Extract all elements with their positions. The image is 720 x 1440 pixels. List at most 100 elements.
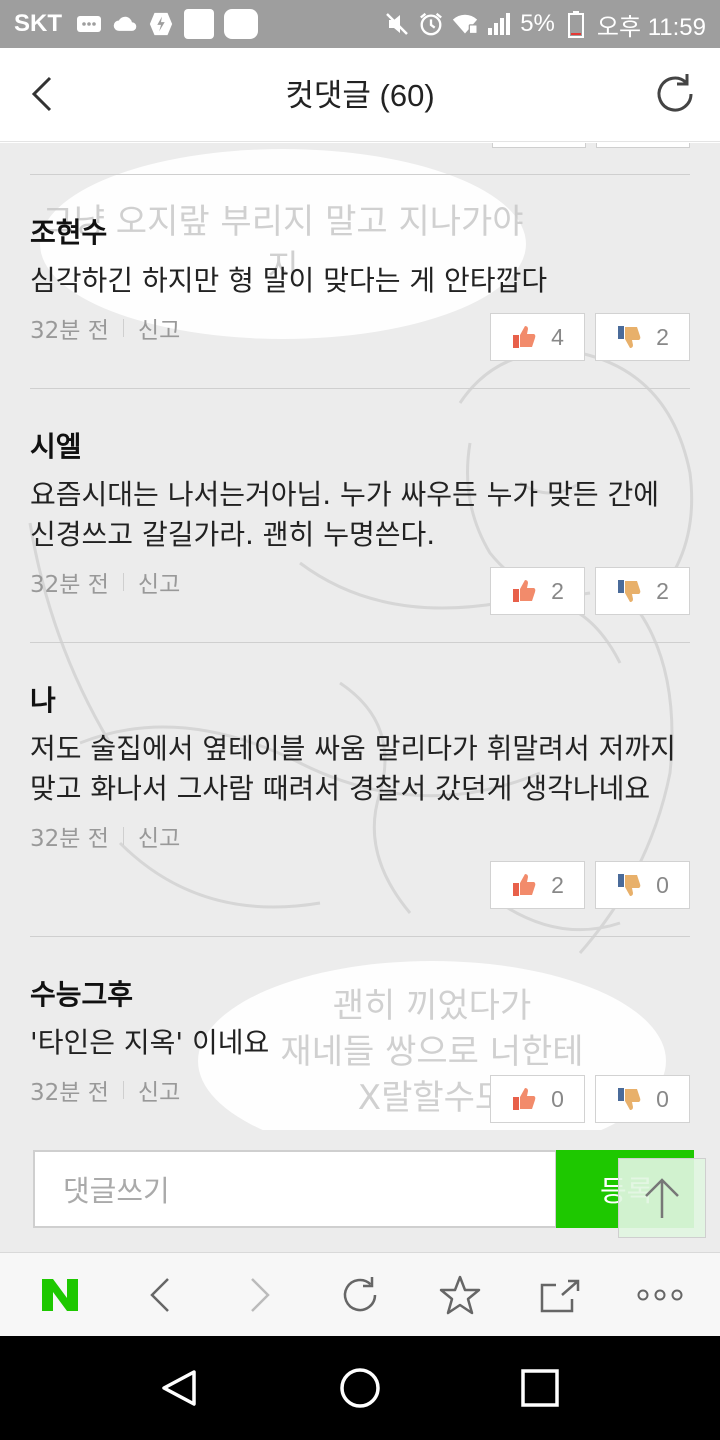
like-button[interactable]: 4 [490, 313, 585, 361]
comment-input[interactable]: 댓글쓰기 [33, 1150, 557, 1228]
page-title: 컷댓글 (60) [285, 78, 435, 113]
nav-recents-button[interactable] [510, 1358, 570, 1418]
power-saving-icon [148, 11, 174, 37]
comment-text: 심각하긴 하지만 형 말이 맞다는 게 안타깝다 [30, 264, 548, 297]
share-button[interactable] [530, 1265, 590, 1325]
browser-back-button[interactable] [130, 1265, 190, 1325]
status-bar: SKT 5% 오후 11:59 [0, 0, 720, 48]
comment-write-bar: 댓글쓰기 등록 [0, 1130, 720, 1252]
dislike-button[interactable] [596, 143, 690, 148]
clock: 오후 11:59 [596, 13, 706, 41]
vote-group: 2 2 [490, 567, 690, 615]
thumbs-up-icon [513, 874, 536, 896]
arrow-up-icon [645, 1178, 679, 1218]
comment-text: 요즘시대는 나서는거아님. 누가 싸우든 누가 맞든 간에 신경쓰고 갈길가라.… [30, 478, 660, 551]
nav-home-button[interactable] [330, 1358, 390, 1418]
thumbs-down-icon [618, 326, 641, 348]
comment-time: 32분 전 [30, 1080, 109, 1106]
browser-toolbar [0, 1252, 720, 1336]
wifi-icon [452, 11, 478, 37]
browser-refresh-button[interactable] [330, 1265, 390, 1325]
bookmark-star-icon [439, 1275, 481, 1314]
comment-meta: 32분 전 신고 [30, 819, 690, 853]
more-icon [637, 1289, 683, 1300]
dislike-button[interactable]: 2 [595, 567, 690, 615]
more-button[interactable] [630, 1265, 690, 1325]
thumbs-down-icon [618, 580, 641, 602]
message-icon [76, 11, 102, 37]
nav-back-button[interactable] [150, 1358, 210, 1418]
comment-text: 저도 술집에서 옆테이블 싸움 말리다가 휘말려서 저까지맞고 화나서 그사람 … [30, 732, 676, 805]
comment-author: 나 [30, 684, 56, 717]
share-icon [540, 1279, 580, 1312]
battery-icon [563, 11, 589, 38]
dislike-count: 2 [656, 577, 669, 604]
thumbs-down-icon [618, 874, 641, 896]
divider [122, 573, 124, 591]
like-button[interactable] [492, 143, 586, 148]
like-count: 2 [551, 577, 564, 604]
comment-item: 조현수 심각하긴 하지만 형 말이 맞다는 게 안타깝다 32분 전 신고 4 … [30, 175, 690, 389]
report-link[interactable]: 신고 [138, 565, 180, 599]
comment-author: 조현수 [30, 216, 108, 249]
notification-icon [224, 9, 258, 39]
comment-item: 시엘 요즘시대는 나서는거아님. 누가 싸우든 누가 맞든 간에 신경쓰고 갈길… [30, 389, 690, 643]
like-button[interactable]: 0 [490, 1075, 585, 1123]
like-count: 2 [551, 871, 564, 898]
comment-author: 수능그후 [30, 978, 134, 1011]
carrier-label: SKT [14, 10, 62, 37]
like-count: 4 [551, 323, 564, 350]
cloud-icon [112, 11, 138, 37]
comment-area[interactable]: 그냥 오지랖 부리지 말고 지나가야지 괜히 끼었다가 재네들 쌍으로 너한테 … [0, 143, 720, 1130]
divider [122, 1081, 124, 1099]
thumbs-up-icon [513, 1088, 536, 1110]
divider [122, 827, 124, 845]
dislike-button[interactable]: 2 [595, 313, 690, 361]
dislike-button[interactable]: 0 [595, 1075, 690, 1123]
vote-group: 0 0 [490, 1075, 690, 1123]
dislike-count: 2 [656, 323, 669, 350]
bookmark-button[interactable] [430, 1265, 490, 1325]
vote-group: 2 0 [490, 861, 690, 909]
report-link[interactable]: 신고 [138, 819, 180, 853]
like-button[interactable]: 2 [490, 861, 585, 909]
nav-home-icon [340, 1368, 380, 1408]
divider [122, 319, 124, 337]
nav-back-icon [162, 1370, 196, 1406]
like-count: 0 [551, 1085, 564, 1112]
dislike-count: 0 [656, 1085, 669, 1112]
dislike-count: 0 [656, 871, 669, 898]
comment-item: 수능그후 '타인은 지옥' 이네요 32분 전 신고 0 0 [30, 937, 690, 1130]
page-header: 컷댓글 (60) [0, 48, 720, 142]
previous-comment-edge [30, 143, 690, 175]
comment-author: 시엘 [30, 430, 82, 463]
report-link[interactable]: 신고 [138, 1073, 180, 1107]
report-link[interactable]: 신고 [138, 311, 180, 345]
signal-icon [486, 11, 512, 37]
notification-icon [184, 9, 214, 39]
back-icon [150, 1277, 169, 1312]
like-button[interactable]: 2 [490, 567, 585, 615]
forward-icon [251, 1277, 270, 1312]
comment-item: 나 저도 술집에서 옆테이블 싸움 말리다가 휘말려서 저까지맞고 화나서 그사… [30, 643, 690, 937]
browser-forward-button[interactable] [230, 1265, 290, 1325]
dislike-button[interactable]: 0 [595, 861, 690, 909]
comment-time: 32분 전 [30, 572, 109, 598]
comment-text: '타인은 지옥' 이네요 [30, 1026, 270, 1059]
comment-time: 32분 전 [30, 318, 109, 344]
refresh-button[interactable] [648, 66, 702, 122]
thumbs-up-icon [513, 580, 536, 602]
mute-icon [384, 11, 410, 37]
refresh-icon [657, 74, 693, 112]
battery-percent: 5% [520, 10, 555, 37]
comment-time: 32분 전 [30, 826, 109, 852]
naver-logo-icon [42, 1278, 78, 1311]
thumbs-up-icon [513, 326, 536, 348]
system-nav-bar [0, 1336, 720, 1440]
refresh-icon [343, 1276, 377, 1311]
alarm-icon [418, 11, 444, 37]
naver-home-button[interactable] [30, 1265, 90, 1325]
scroll-top-button[interactable] [618, 1158, 706, 1238]
vote-group: 4 2 [490, 313, 690, 361]
nav-recents-icon [521, 1369, 559, 1407]
